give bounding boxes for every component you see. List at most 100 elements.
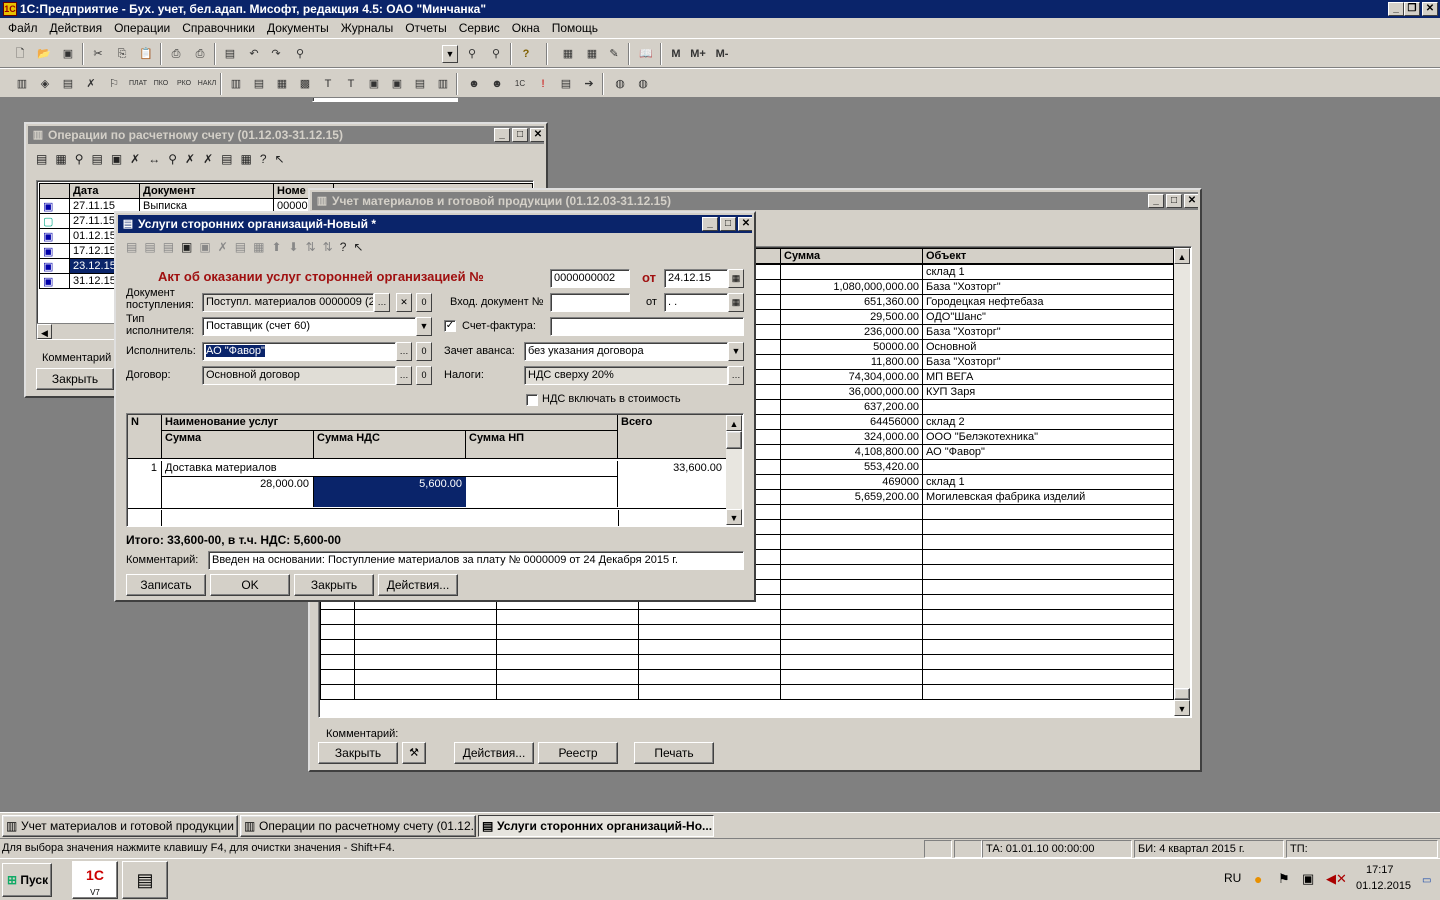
advance-select[interactable]: без указания договора	[524, 342, 728, 361]
tray-flag-icon[interactable]: ⚑	[1278, 871, 1290, 887]
cut-icon[interactable]: ✂	[88, 44, 108, 64]
object-cell[interactable]: База "Хозторг"	[922, 354, 1174, 370]
maximize-icon[interactable]: □	[512, 128, 528, 142]
minimize-icon[interactable]: _	[1388, 2, 1404, 16]
pointer-help-icon[interactable]: ↖	[275, 152, 293, 166]
ok-button[interactable]: OK	[210, 574, 290, 596]
object-cell[interactable]: Основной	[922, 339, 1174, 355]
minimize-icon[interactable]: _	[702, 217, 718, 231]
add-row-icon[interactable]: ▤	[126, 240, 144, 254]
doc-number-field[interactable]: 0000000002	[550, 269, 630, 288]
table-row[interactable]: 1 Доставка материалов 28,000.00 5,600.00…	[128, 461, 726, 509]
object-cell[interactable]: Могилевская фабрика изделий	[922, 489, 1174, 505]
clock-date[interactable]: 01.12.2015	[1356, 880, 1411, 892]
restore-icon[interactable]: ❐	[1404, 2, 1420, 16]
object-cell[interactable]: склад 1	[922, 474, 1174, 490]
sum-cell[interactable]: 64456000	[780, 414, 923, 430]
sum-cell[interactable]	[780, 264, 923, 280]
service-name-cell[interactable]: Доставка материалов	[162, 461, 618, 477]
sum-cell[interactable]: 553,420.00	[780, 459, 923, 475]
help-icon[interactable]: ?	[516, 44, 536, 64]
scroll-down-icon[interactable]: ▼	[726, 509, 742, 525]
user-icon[interactable]: ☻	[464, 74, 484, 94]
sum-cell[interactable]: 50000.00	[780, 339, 923, 355]
globe-update-icon[interactable]: ◍	[633, 74, 653, 94]
close-icon[interactable]: ✕	[1422, 2, 1438, 16]
vat-cell[interactable]: 5,600.00	[314, 477, 466, 507]
select-ellipsis-icon[interactable]: …	[374, 293, 390, 312]
select-ellipsis-icon[interactable]: …	[728, 366, 744, 385]
maximize-icon[interactable]: □	[720, 217, 736, 231]
search-icon[interactable]: ⚲	[75, 152, 92, 166]
task-operations[interactable]: ▥ Операции по расчетному счету (01.12....	[240, 815, 476, 837]
operations-journal-icon[interactable]: ◈	[35, 74, 55, 94]
find-prev-icon[interactable]: ⚲	[486, 44, 506, 64]
dialog-actions-button[interactable]: Действия...	[378, 574, 458, 596]
sum-cell[interactable]: 36,000,000.00	[780, 384, 923, 400]
move-down-icon[interactable]: ⬇	[289, 240, 306, 254]
object-cell[interactable]: склад 2	[922, 414, 1174, 430]
sum-cell[interactable]: 29,500.00	[780, 309, 923, 325]
doc-date-field[interactable]: 24.12.15	[664, 269, 728, 288]
menu-windows[interactable]: Окна	[506, 21, 546, 35]
quicklaunch-doc[interactable]: ▤	[122, 861, 168, 899]
calendar-icon[interactable]: ▦	[728, 269, 744, 288]
receipt-doc-field[interactable]: Поступл. материалов 0000009 (2	[202, 293, 374, 312]
calculator-icon[interactable]: ▦	[558, 44, 578, 64]
sort-asc-icon[interactable]: ⇅	[306, 240, 323, 254]
scroll-thumb[interactable]	[1174, 688, 1190, 700]
zero-button[interactable]: 0	[416, 293, 432, 312]
copy-icon[interactable]: ⎘	[112, 44, 132, 64]
menu-reports[interactable]: Отчеты	[399, 21, 452, 35]
print-button[interactable]: Печать	[634, 742, 714, 764]
alert-icon[interactable]: !	[533, 74, 553, 94]
report-balance-icon[interactable]: ▥	[226, 74, 246, 94]
object-cell[interactable]: База "Хозторг"	[922, 324, 1174, 340]
vertical-scrollbar[interactable]: ▲ ▼	[726, 415, 742, 525]
memory-m-button[interactable]: M	[666, 44, 686, 64]
close-icon[interactable]: ✕	[1184, 194, 1198, 208]
delete-icon[interactable]: ✗	[130, 152, 148, 166]
col-sum[interactable]: Сумма	[780, 248, 923, 264]
services-grid[interactable]: N Наименование услуг Сумма Сумма НДС Сум…	[126, 413, 744, 527]
menu-file[interactable]: Файл	[2, 21, 44, 35]
users-icon[interactable]: ☻	[487, 74, 507, 94]
chevron-down-icon[interactable]: ▼	[416, 317, 432, 336]
sum-cell[interactable]: 236,000.00	[780, 324, 923, 340]
range-icon[interactable]: ↔	[148, 152, 168, 166]
scroll-thumb[interactable]	[726, 431, 742, 449]
quicklaunch-1c[interactable]: 1С V7	[72, 861, 118, 899]
print-preview-icon[interactable]: ⎙	[190, 44, 210, 64]
executor-field[interactable]: АО "Фавор"	[202, 342, 396, 361]
vat-include-checkbox[interactable]	[526, 394, 538, 406]
select-ellipsis-icon[interactable]: …	[396, 366, 412, 385]
book-icon[interactable]: 📖	[636, 44, 656, 64]
start-button[interactable]: ⊞ Пуск	[2, 863, 52, 897]
memory-mminus-button[interactable]: M-	[712, 44, 732, 64]
col-document[interactable]: Документ	[139, 183, 274, 199]
cut-row-icon[interactable]: ✗	[218, 240, 235, 254]
print-icon[interactable]: ⎙	[166, 44, 186, 64]
cancel-icon[interactable]: ✗	[185, 152, 203, 166]
object-cell[interactable]: КУП Заря	[922, 384, 1174, 400]
filter-off-icon[interactable]: ✗	[203, 152, 221, 166]
np-cell[interactable]	[466, 477, 618, 507]
report-journal-icon[interactable]: ▣	[387, 74, 407, 94]
plat-doc-icon[interactable]: ПЛАТ	[128, 74, 148, 94]
table-row[interactable]	[320, 624, 1174, 640]
tray-update-icon[interactable]: ●	[1254, 871, 1262, 887]
export-icon[interactable]: ➔	[579, 74, 599, 94]
menu-documents[interactable]: Документы	[261, 21, 335, 35]
sum-cell[interactable]: 469000	[780, 474, 923, 490]
total-cell[interactable]: 33,600.00	[618, 461, 726, 509]
menu-help[interactable]: Помощь	[546, 21, 604, 35]
globe-icon[interactable]: ◍	[610, 74, 630, 94]
table-row[interactable]	[320, 639, 1174, 655]
zero-button[interactable]: 0	[416, 342, 432, 361]
sum-cell[interactable]: 28,000.00	[162, 477, 314, 507]
chevron-down-icon[interactable]: ▼	[728, 342, 744, 361]
report-chess-icon[interactable]: ▩	[295, 74, 315, 94]
scroll-up-icon[interactable]: ▲	[1174, 248, 1190, 264]
table-row[interactable]	[320, 684, 1174, 700]
exec-type-select[interactable]: Поставщик (счет 60)	[202, 317, 416, 336]
